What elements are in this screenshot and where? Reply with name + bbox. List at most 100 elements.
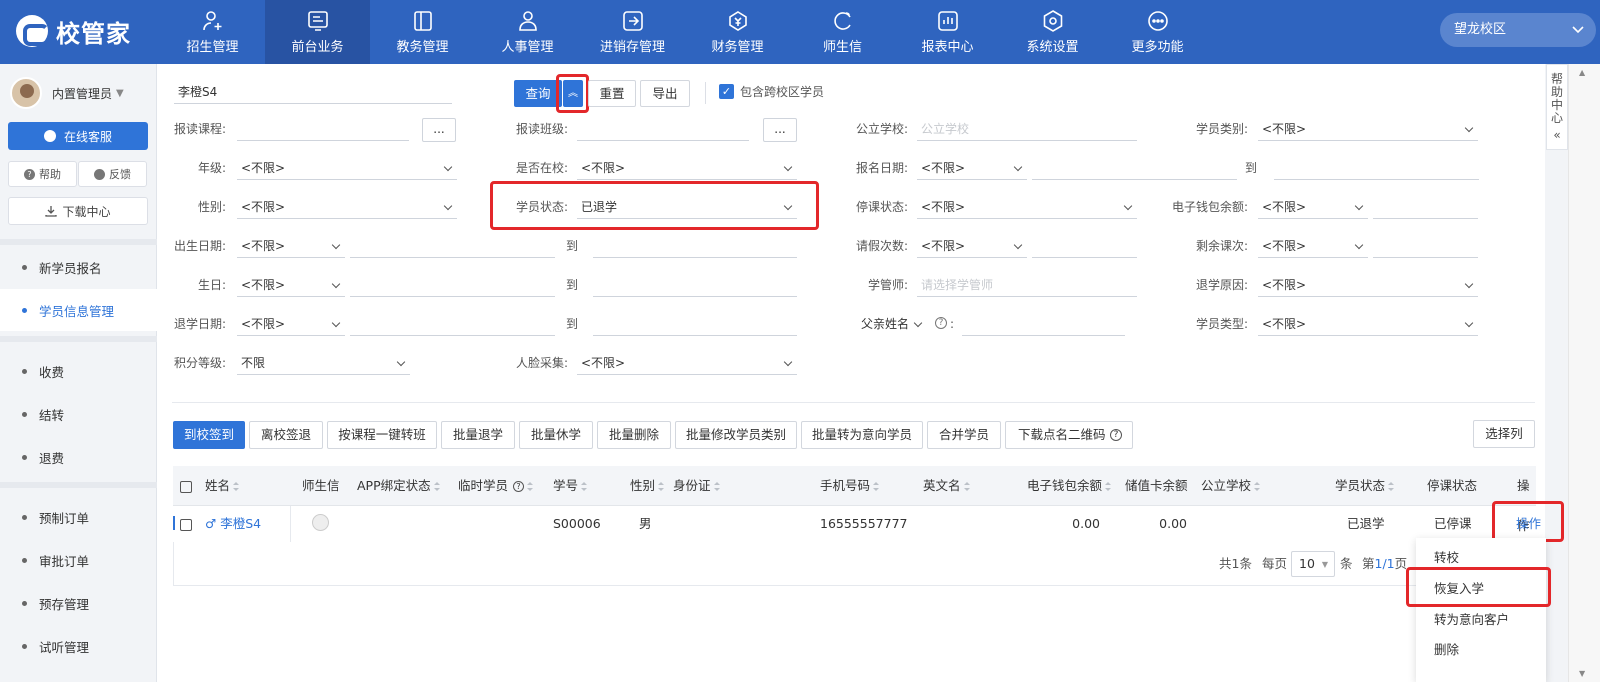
sidebar-item-carryover[interactable]: 结转	[0, 393, 157, 435]
cross-campus-checkbox[interactable]: ✓	[719, 84, 734, 99]
nav-reports[interactable]: 报表中心	[895, 0, 1000, 64]
scrollbar[interactable]: ▲ ▼	[1568, 64, 1600, 682]
student-name-link[interactable]: ♂ 李橙S4	[205, 506, 261, 542]
sidebar-item-preorder[interactable]: 预制订单	[0, 496, 157, 538]
batch-delete-button[interactable]: 批量删除	[597, 421, 671, 449]
user-menu[interactable]: 内置管理员 ▼	[10, 76, 124, 110]
drop-date-select[interactable]: <不限>	[237, 312, 345, 336]
batch-edit-category-button[interactable]: 批量修改学员类别	[675, 421, 797, 449]
campus-label: 望龙校区	[1454, 22, 1507, 37]
choose-columns-button[interactable]: 选择列	[1473, 420, 1535, 448]
check-out-button[interactable]: 离校签退	[249, 421, 323, 449]
class-picker-button[interactable]: ...	[763, 118, 797, 142]
online-service-button[interactable]: 在线客服	[8, 122, 148, 150]
col-temp-student: 临时学员?	[458, 466, 534, 506]
col-english-name[interactable]: 英文名	[923, 466, 970, 506]
birthday-select[interactable]: <不限>	[237, 273, 345, 297]
student-category-select[interactable]: <不限>	[1258, 117, 1478, 141]
nav-messages[interactable]: 师生信	[790, 0, 895, 64]
father-name-input[interactable]	[962, 312, 1125, 336]
birth-date-end[interactable]	[593, 234, 797, 258]
col-gender[interactable]: 性别	[630, 466, 665, 506]
leave-count-input[interactable]	[1032, 234, 1137, 258]
remaining-lessons-input[interactable]	[1373, 234, 1478, 258]
reset-button[interactable]: 重置	[588, 80, 636, 107]
batch-suspend-button[interactable]: 批量休学	[519, 421, 593, 449]
messenger-icon[interactable]	[312, 514, 329, 531]
col-student-id[interactable]: 学号	[553, 466, 588, 506]
nav-settings[interactable]: 系统设置	[1000, 0, 1105, 64]
batch-to-prospect-button[interactable]: 批量转为意向学员	[801, 421, 923, 449]
help-button[interactable]: ? 帮助	[8, 161, 77, 187]
birth-date-select[interactable]: <不限>	[237, 234, 345, 258]
nav-finance[interactable]: 财务管理	[685, 0, 790, 64]
points-level-select[interactable]: 不限	[237, 351, 410, 375]
one-click-transfer-button[interactable]: 按课程一键转班	[327, 421, 437, 449]
help-center-tab[interactable]: 帮助中心 «	[1546, 64, 1568, 150]
select-all-checkbox[interactable]	[180, 466, 192, 506]
col-student-status[interactable]: 学员状态	[1335, 466, 1395, 506]
sidebar-item-student-info[interactable]: 学员信息管理	[0, 289, 157, 331]
batch-drop-button[interactable]: 批量退学	[441, 421, 515, 449]
grade-select[interactable]: <不限>	[237, 156, 457, 180]
brand-logo[interactable]: 校管家	[16, 14, 131, 48]
sidebar-item-deposit[interactable]: 预存管理	[0, 582, 157, 624]
nav-more[interactable]: 更多功能	[1105, 0, 1210, 64]
col-id-card[interactable]: 身份证	[673, 466, 720, 506]
school-input[interactable]: 公立学校	[917, 117, 1137, 141]
leave-count-select[interactable]: <不限>	[917, 234, 1027, 258]
birthday-start[interactable]	[350, 273, 555, 297]
merge-students-button[interactable]: 合并学员	[927, 421, 1001, 449]
drop-date-end[interactable]	[593, 312, 797, 336]
export-button[interactable]: 导出	[640, 80, 690, 107]
nav-inventory[interactable]: 进销存管理	[580, 0, 685, 64]
nav-recruit[interactable]: 招生管理	[160, 0, 265, 64]
page-size-select[interactable]: 10 ▼	[1291, 551, 1335, 577]
sidebar-item-new-enroll[interactable]: 新学员报名	[0, 246, 157, 288]
birthday-end[interactable]	[593, 273, 797, 297]
register-date-end[interactable]	[1274, 156, 1479, 180]
highlight-box	[556, 74, 589, 113]
nav-front-desk[interactable]: 前台业务	[265, 0, 370, 64]
manager-input[interactable]: 请选择学管师	[917, 273, 1137, 297]
face-capture-select[interactable]: <不限>	[577, 351, 797, 375]
drop-reason-select[interactable]: <不限>	[1258, 273, 1478, 297]
row-checkbox[interactable]	[180, 506, 192, 542]
col-phone[interactable]: 手机号码	[820, 466, 880, 506]
gender-select[interactable]: <不限>	[237, 195, 457, 219]
in-school-select[interactable]: <不限>	[577, 156, 797, 180]
nav-academic[interactable]: 教务管理	[370, 0, 475, 64]
sidebar-item-charge[interactable]: 收费	[0, 350, 157, 392]
remaining-lessons-select[interactable]: <不限>	[1258, 234, 1368, 258]
search-input[interactable]: 李橙S4	[174, 80, 452, 104]
course-input[interactable]	[237, 117, 409, 141]
sidebar-item-approval[interactable]: 审批订单	[0, 539, 157, 581]
col-wallet[interactable]: 电子钱包余额	[1027, 466, 1112, 506]
drop-date-start[interactable]	[350, 312, 555, 336]
menu-item-to-prospect[interactable]: 转为意向客户	[1434, 605, 1509, 635]
suspend-status-select[interactable]: <不限>	[917, 195, 1137, 219]
col-public-school[interactable]: 公立学校	[1201, 466, 1261, 506]
download-center-button[interactable]: 下载中心	[8, 197, 148, 225]
col-name[interactable]: 姓名	[205, 466, 240, 506]
sidebar-item-refund[interactable]: 退费	[0, 436, 157, 478]
birth-date-start[interactable]	[350, 234, 555, 258]
student-type-select[interactable]: <不限>	[1258, 312, 1478, 336]
wallet-balance-input[interactable]	[1373, 195, 1478, 219]
register-date-select[interactable]: <不限>	[917, 156, 1027, 180]
col-app-binding[interactable]: APP绑定状态	[357, 466, 440, 506]
check-in-button[interactable]: 到校签到	[173, 421, 245, 449]
father-name-select[interactable]: 父亲姓名	[857, 312, 927, 336]
query-button[interactable]: 查询	[514, 80, 562, 107]
feedback-button[interactable]: 反馈	[78, 161, 147, 187]
menu-item-delete[interactable]: 删除	[1434, 635, 1459, 665]
wallet-balance-select[interactable]: <不限>	[1258, 195, 1368, 219]
class-input[interactable]	[577, 117, 749, 141]
course-picker-button[interactable]: ...	[422, 118, 456, 142]
campus-selector[interactable]: 望龙校区	[1440, 13, 1596, 47]
bullet-icon	[22, 264, 27, 270]
register-date-start[interactable]	[1032, 156, 1237, 180]
sidebar-item-trial[interactable]: 试听管理	[0, 625, 157, 667]
download-qr-button[interactable]: 下载点名二维码?	[1005, 421, 1133, 449]
nav-hr[interactable]: 人事管理	[475, 0, 580, 64]
